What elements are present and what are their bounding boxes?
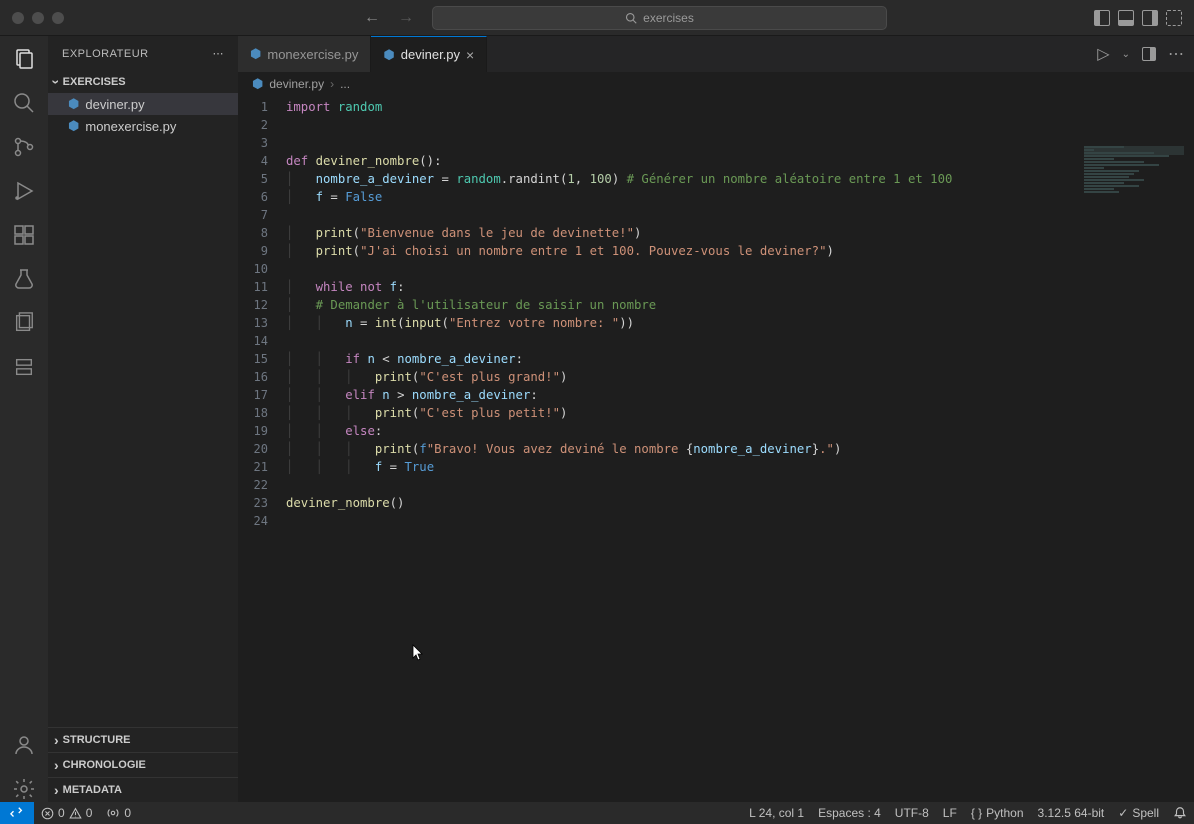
error-count: 0 [58,806,65,820]
references-icon[interactable] [11,310,37,336]
python-file-icon: ⬢ [252,76,263,92]
file-name: monexercise.py [85,119,176,134]
chevron-down-icon [54,74,59,90]
editor-tab[interactable]: ⬢ monexercise.py [238,36,371,72]
breadcrumb-more: ... [340,77,350,91]
chevron-right-icon [54,757,59,773]
breadcrumb-file: deviner.py [269,77,324,91]
check-icon: ✓ [1118,806,1128,820]
editor-more-icon[interactable]: ⋯ [1168,44,1184,64]
run-dropdown-icon[interactable]: ⌄ [1122,49,1130,60]
explorer-sidebar: EXPLORATEUR ⋯ EXERCISES ⬢ deviner.py ⬢ mone… [48,36,238,802]
close-window-icon[interactable] [12,12,24,24]
warning-icon [69,807,82,820]
search-panel-icon[interactable] [11,90,37,116]
problems-status[interactable]: 0 0 [34,806,99,820]
layout-panel-icon[interactable] [1118,10,1134,26]
file-item[interactable]: ⬢ monexercise.py [48,115,238,137]
layout-sidebar-left-icon[interactable] [1094,10,1110,26]
editor-tab[interactable]: ⬢ deviner.py × [371,36,487,72]
split-editor-icon[interactable] [1142,47,1156,61]
server-icon[interactable] [11,354,37,380]
section-label: CHRONOLOGIE [63,759,146,771]
settings-gear-icon[interactable] [11,776,37,802]
python-file-icon: ⬢ [383,47,394,63]
collapsed-section[interactable]: METADATA [48,777,238,802]
chevron-right-icon [54,782,59,798]
nav-forward-icon[interactable]: → [398,9,414,27]
file-name: deviner.py [85,97,144,112]
window-controls [12,12,64,24]
folder-section-header[interactable]: EXERCISES [48,71,238,93]
close-tab-icon[interactable]: × [466,47,474,63]
broadcast-icon [106,806,120,820]
collapsed-section[interactable]: CHRONOLOGIE [48,752,238,777]
indentation-status[interactable]: Espaces : 4 [811,806,888,820]
folder-name: EXERCISES [63,76,126,88]
section-label: METADATA [63,784,122,796]
python-file-icon: ⬢ [68,118,79,134]
maximize-window-icon[interactable] [52,12,64,24]
run-file-icon[interactable]: ▷ [1097,44,1109,64]
cursor-position[interactable]: L 24, col 1 [742,806,811,820]
extensions-icon[interactable] [11,222,37,248]
ports-count: 0 [124,806,131,820]
error-icon [41,807,54,820]
remote-indicator[interactable] [0,802,34,824]
tab-label: monexercise.py [267,47,358,62]
account-icon[interactable] [11,732,37,758]
explorer-icon[interactable] [11,46,37,72]
warning-count: 0 [86,806,93,820]
ports-status[interactable]: 0 [99,806,138,820]
sidebar-title: EXPLORATEUR [62,48,149,60]
nav-back-icon[interactable]: ← [364,9,380,27]
minimap[interactable] [1084,146,1184,206]
source-control-icon[interactable] [11,134,37,160]
titlebar: ← → exercises [0,0,1194,36]
file-item[interactable]: ⬢ deviner.py [48,93,238,115]
section-label: STRUCTURE [63,734,131,746]
line-gutter: 123456789101112131415161718192021222324 [238,96,286,802]
spell-check-status[interactable]: ✓ Spell [1111,806,1166,820]
language-braces-icon: { } [971,806,982,820]
testing-icon[interactable] [11,266,37,292]
encoding-status[interactable]: UTF-8 [888,806,936,820]
editor-tabs: ⬢ monexercise.py ⬢ deviner.py × ▷ ⌄ ⋯ [238,36,1194,72]
spell-label: Spell [1132,806,1159,820]
activity-bar [0,36,48,802]
layout-sidebar-right-icon[interactable] [1142,10,1158,26]
search-icon [625,12,637,24]
collapsed-section[interactable]: STRUCTURE [48,727,238,752]
python-file-icon: ⬢ [68,96,79,112]
search-placeholder: exercises [643,11,694,25]
breadcrumb-separator: › [330,77,334,91]
layout-customize-icon[interactable] [1166,10,1182,26]
sidebar-more-icon[interactable]: ⋯ [213,47,225,60]
notifications-icon[interactable] [1166,806,1194,820]
run-debug-icon[interactable] [11,178,37,204]
code-editor[interactable]: 123456789101112131415161718192021222324 … [238,96,1194,802]
python-file-icon: ⬢ [250,46,261,62]
code-content[interactable]: import random def deviner_nombre():│ nom… [286,96,1194,802]
breadcrumbs[interactable]: ⬢ deviner.py › ... [238,72,1194,96]
editor-area: ⬢ monexercise.py ⬢ deviner.py × ▷ ⌄ ⋯ ⬢ devi… [238,36,1194,802]
chevron-right-icon [54,732,59,748]
tab-label: deviner.py [401,47,460,62]
language-label: Python [986,806,1023,820]
command-center-search[interactable]: exercises [432,6,887,30]
python-version[interactable]: 3.12.5 64-bit [1031,806,1112,820]
language-mode[interactable]: { } Python [964,806,1031,820]
minimize-window-icon[interactable] [32,12,44,24]
eol-status[interactable]: LF [936,806,964,820]
status-bar: 0 0 0 L 24, col 1 Espaces : 4 UTF-8 LF {… [0,802,1194,824]
